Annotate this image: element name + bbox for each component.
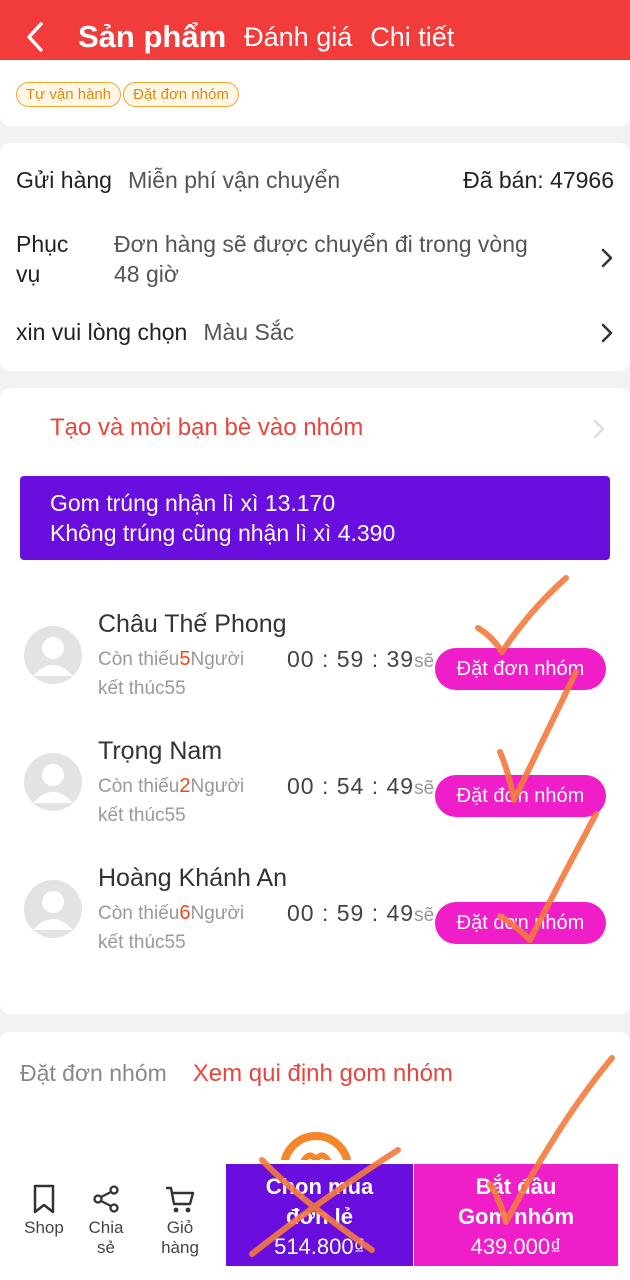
shipping-row: Gửi hàng Miễn phí vận chuyển Đã bán: 479… (16, 167, 614, 194)
group-item: Trọng Nam Còn thiếu2Người 00 : 54 : 49sẽ… (24, 737, 614, 847)
product-tags-card: Tự vận hành Đặt đơn nhóm (0, 60, 630, 126)
missing-members: Còn thiếu6Người (98, 902, 245, 924)
end-text: kết thúc55 (98, 805, 186, 826)
sold-count: Đã bán: 47966 (463, 167, 614, 193)
service-label: Phục vụ (16, 231, 69, 287)
choose-variant-row[interactable]: xin vui lòng chọn Màu Sắc (16, 319, 614, 346)
rules-row: Đặt đơn nhóm Xem qui định gom nhóm (20, 1060, 453, 1088)
avatar (24, 626, 82, 684)
cart-button[interactable]: Giỏ hàng (146, 1184, 214, 1258)
missing-members: Còn thiếu5Người (98, 648, 245, 670)
join-group-button[interactable]: Đặt đơn nhóm (435, 648, 606, 690)
view-rules-link[interactable]: Xem qui định gom nhóm (193, 1060, 453, 1087)
chevron-right-icon (601, 323, 613, 343)
choose-value: Màu Sắc (203, 319, 295, 345)
start-group-button[interactable]: Bắt đầu Gom nhóm 439.000₫ (414, 1164, 618, 1266)
service-row[interactable]: Phục vụ Đơn hàng sẽ được chuyển đi trong… (16, 229, 614, 289)
tag-group-order: Đặt đơn nhóm (123, 82, 239, 107)
countdown-timer: 00 : 59 : 49sẽ (287, 900, 435, 926)
avatar (24, 753, 82, 811)
countdown-timer: 00 : 59 : 39sẽ (287, 646, 435, 672)
shop-button[interactable]: Shop (22, 1184, 66, 1238)
buy-single-button[interactable]: Chọn mua đơn lẻ 514.800₫ (226, 1164, 413, 1266)
service-value: Đơn hàng sẽ được chuyển đi trong vòng 48… (114, 231, 528, 287)
group-rules-card: Đặt đơn nhóm Xem qui định gom nhóm (0, 1032, 630, 1172)
group-item: Châu Thế Phong Còn thiếu5Người 00 : 59 :… (24, 610, 614, 720)
avatar (24, 880, 82, 938)
shipping-value: Miễn phí vận chuyển (127, 167, 341, 193)
bookmark-icon (33, 1184, 55, 1214)
share-button[interactable]: Chia sẻ (78, 1184, 134, 1258)
tag-self-operated: Tự vận hành (16, 82, 122, 107)
group-leader-name: Trọng Nam (98, 737, 223, 765)
invite-friends-link[interactable]: Tạo và mời bạn bè vào nhóm (50, 414, 363, 442)
bottom-action-bar: Shop Chia sẻ Giỏ hàng Chọn mua đơn lẻ 51… (0, 1160, 630, 1280)
rules-label: Đặt đơn nhóm (20, 1060, 167, 1086)
group-price: 439.000₫ (470, 1234, 562, 1259)
missing-members: Còn thiếu2Người (98, 775, 245, 797)
share-icon (93, 1185, 119, 1213)
chevron-right-icon (593, 419, 605, 439)
join-group-button[interactable]: Đặt đơn nhóm (435, 775, 606, 817)
end-text: kết thúc55 (98, 932, 186, 953)
group-buy-card: Tạo và mời bạn bè vào nhóm Gom trúng nhậ… (0, 388, 630, 1014)
chevron-right-icon (601, 248, 613, 268)
group-leader-name: Hoàng Khánh An (98, 864, 288, 892)
shipping-label: Gửi hàng (16, 167, 112, 193)
choose-label: xin vui lòng chọn (16, 319, 188, 345)
tag-list: Tự vận hành Đặt đơn nhóm (16, 82, 241, 107)
lucky-money-banner: Gom trúng nhận lì xì 13.170 Không trúng … (20, 476, 610, 560)
join-group-button[interactable]: Đặt đơn nhóm (435, 902, 606, 944)
single-price: 514.800₫ (274, 1234, 365, 1259)
chevron-left-icon (27, 22, 43, 52)
group-leader-name: Châu Thế Phong (98, 610, 287, 638)
end-text: kết thúc55 (98, 678, 186, 699)
cart-icon (166, 1186, 195, 1213)
countdown-timer: 00 : 54 : 49sẽ (287, 773, 435, 799)
group-item: Hoàng Khánh An Còn thiếu6Người 00 : 59 :… (24, 864, 614, 974)
shipping-card: Gửi hàng Miễn phí vận chuyển Đã bán: 479… (0, 143, 630, 371)
